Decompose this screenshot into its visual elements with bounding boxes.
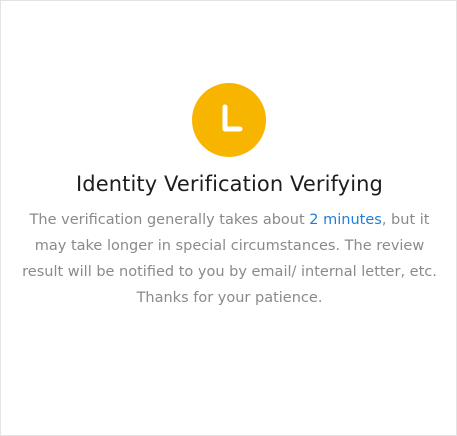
clock-hands-glyph <box>222 104 243 132</box>
status-title: Identity Verification Verifying <box>76 172 383 196</box>
duration-highlight: 2 minutes <box>309 212 382 228</box>
status-message: The verification generally takes about 2… <box>19 207 440 311</box>
verification-status-panel: Identity Verification Verifying The veri… <box>0 0 457 436</box>
message-prefix: The verification generally takes about <box>29 212 310 228</box>
clock-icon <box>192 83 266 157</box>
